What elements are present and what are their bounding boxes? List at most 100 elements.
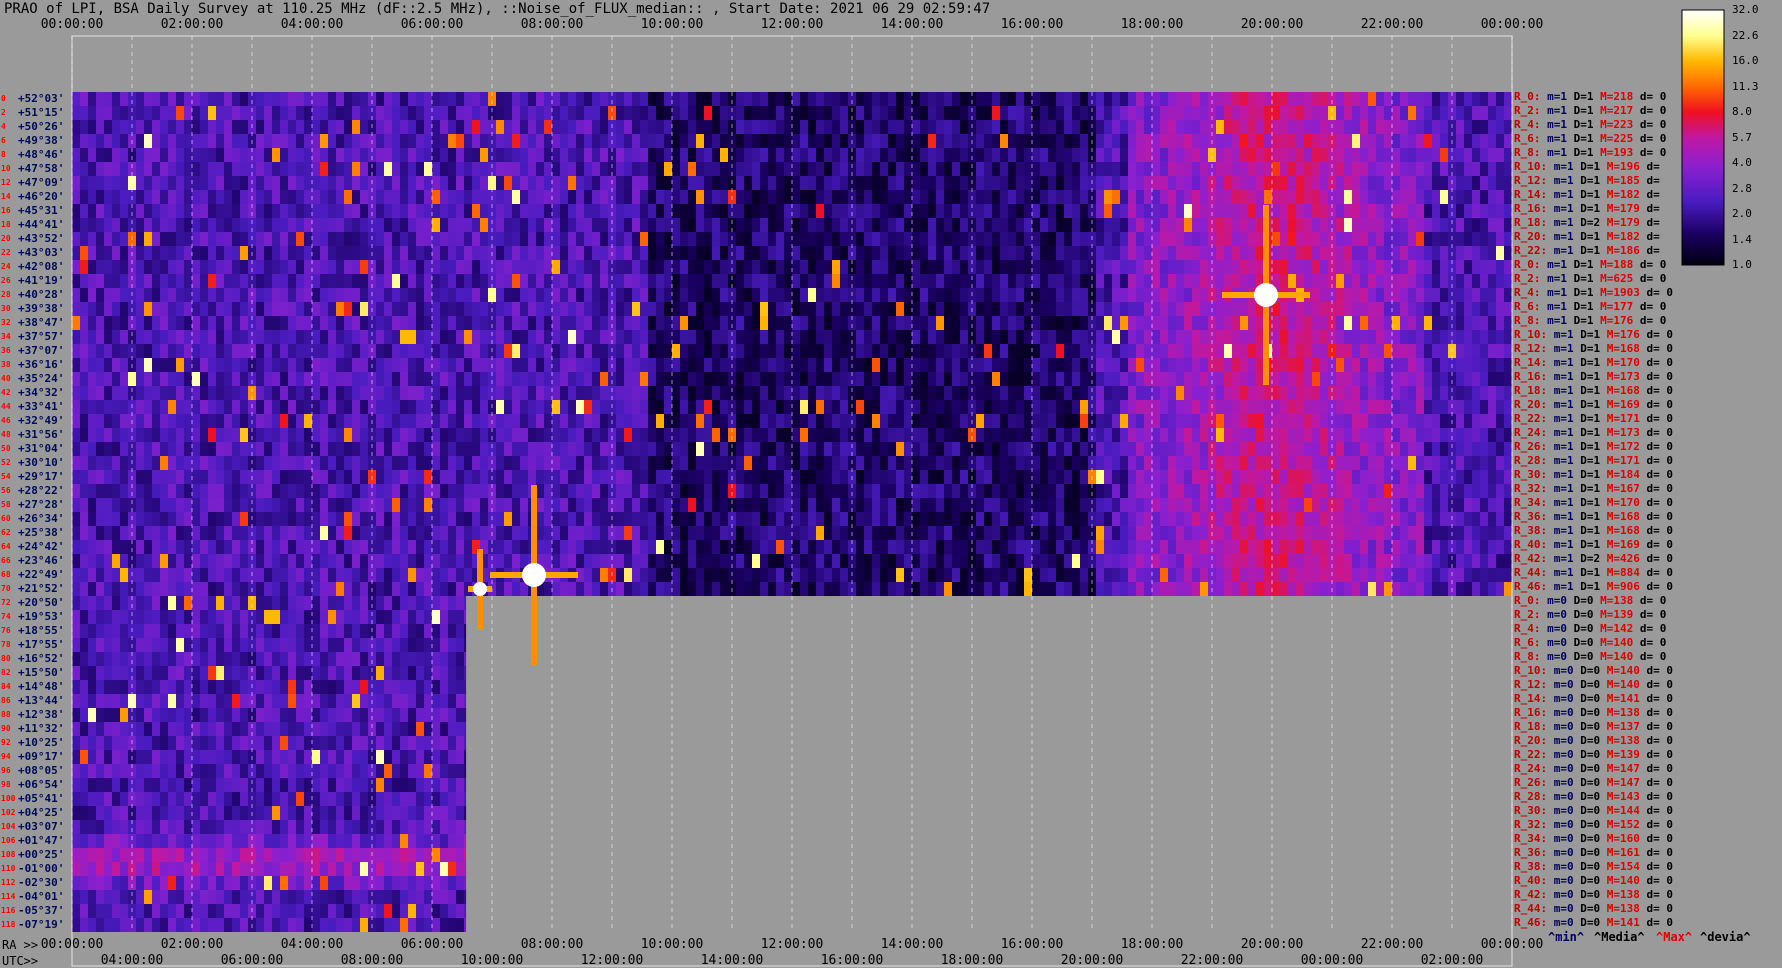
heatmap-cell — [1352, 162, 1360, 176]
heatmap-cell — [1224, 442, 1232, 456]
heatmap-cell — [664, 358, 672, 372]
heatmap-cell — [1416, 148, 1424, 162]
heatmap-cell — [1400, 148, 1408, 162]
heatmap-cell — [1304, 134, 1312, 148]
heatmap-cell — [168, 120, 176, 134]
heatmap-cell — [1176, 204, 1184, 218]
heatmap-cell — [688, 470, 696, 484]
heatmap-cell — [168, 204, 176, 218]
heatmap-cell — [1416, 358, 1424, 372]
heatmap-cell — [1032, 288, 1040, 302]
heatmap-cell — [1392, 400, 1400, 414]
heatmap-cell — [1496, 246, 1504, 260]
heatmap-cell — [624, 372, 632, 386]
heatmap-cell — [304, 162, 312, 176]
heatmap-cell — [1160, 232, 1168, 246]
heatmap-cell — [104, 302, 112, 316]
heatmap-cell — [1432, 190, 1440, 204]
heatmap-cell — [808, 442, 816, 456]
heatmap-cell — [288, 106, 296, 120]
heatmap-cell — [136, 162, 144, 176]
heatmap-cell — [312, 372, 320, 386]
heatmap-cell — [1048, 386, 1056, 400]
heatmap-cell — [312, 386, 320, 400]
heatmap-cell — [992, 106, 1000, 120]
heatmap-cell — [536, 414, 544, 428]
heatmap-cell — [336, 442, 344, 456]
heatmap-cell — [168, 218, 176, 232]
heatmap-cell — [1048, 246, 1056, 260]
heatmap-cell — [232, 400, 240, 414]
heatmap-cell — [224, 274, 232, 288]
heatmap-cell — [856, 246, 864, 260]
heatmap-cell — [1128, 260, 1136, 274]
heatmap-cell — [576, 372, 584, 386]
heatmap-cell — [1112, 190, 1120, 204]
heatmap-cell — [1288, 218, 1296, 232]
heatmap-cell — [912, 302, 920, 316]
heatmap-cell — [544, 330, 552, 344]
heatmap-cell — [688, 428, 696, 442]
heatmap-cell — [896, 162, 904, 176]
heatmap-cell — [792, 106, 800, 120]
heatmap-cell — [1104, 302, 1112, 316]
heatmap-cell — [1176, 400, 1184, 414]
heatmap-cell — [1352, 204, 1360, 218]
heatmap-cell — [120, 470, 128, 484]
heatmap-cell — [152, 288, 160, 302]
heatmap-cell — [536, 204, 544, 218]
heatmap-cell — [816, 176, 824, 190]
heatmap-cell — [200, 372, 208, 386]
heatmap-cell — [1032, 176, 1040, 190]
heatmap-cell — [144, 330, 152, 344]
heatmap-cell — [1056, 204, 1064, 218]
heatmap-cell — [576, 302, 584, 316]
heatmap-cell — [392, 400, 400, 414]
heatmap-cell — [264, 120, 272, 134]
heatmap-cell — [224, 344, 232, 358]
heatmap-cell — [416, 470, 424, 484]
heatmap-cell — [1440, 162, 1448, 176]
heatmap-cell — [784, 456, 792, 470]
heatmap-cell — [464, 176, 472, 190]
heatmap-cell — [928, 414, 936, 428]
heatmap-cell — [432, 232, 440, 246]
heatmap-cell — [1184, 316, 1192, 330]
heatmap-cell — [648, 428, 656, 442]
heatmap-cell — [320, 190, 328, 204]
heatmap-cell — [616, 400, 624, 414]
heatmap-cell — [328, 162, 336, 176]
heatmap-cell — [1336, 260, 1344, 274]
heatmap-cell — [1272, 176, 1280, 190]
heatmap-cell — [904, 358, 912, 372]
heatmap-cell — [240, 442, 248, 456]
heatmap-cell — [1504, 316, 1512, 330]
heatmap-cell — [1384, 428, 1392, 442]
heatmap-cell — [544, 232, 552, 246]
heatmap-cell — [1240, 274, 1248, 288]
heatmap-cell — [808, 302, 816, 316]
heatmap-cell — [1136, 330, 1144, 344]
heatmap-cell — [1376, 288, 1384, 302]
heatmap-cell — [904, 246, 912, 260]
heatmap-cell — [584, 246, 592, 260]
heatmap-cell — [1488, 204, 1496, 218]
heatmap-cell — [1232, 204, 1240, 218]
heatmap-cell — [1072, 456, 1080, 470]
heatmap-cell — [544, 302, 552, 316]
heatmap-cell — [768, 190, 776, 204]
heatmap-cell — [1008, 456, 1016, 470]
heatmap-cell — [304, 176, 312, 190]
heatmap-cell — [592, 134, 600, 148]
heatmap-cell — [216, 414, 224, 428]
heatmap-cell — [376, 204, 384, 218]
heatmap-cell — [144, 470, 152, 484]
heatmap-cell — [1032, 260, 1040, 274]
heatmap-cell — [704, 106, 712, 120]
heatmap-cell — [432, 386, 440, 400]
heatmap-cell — [504, 148, 512, 162]
heatmap-cell — [1296, 456, 1304, 470]
heatmap-cell — [1392, 442, 1400, 456]
heatmap-cell — [1056, 232, 1064, 246]
heatmap-cell — [576, 148, 584, 162]
